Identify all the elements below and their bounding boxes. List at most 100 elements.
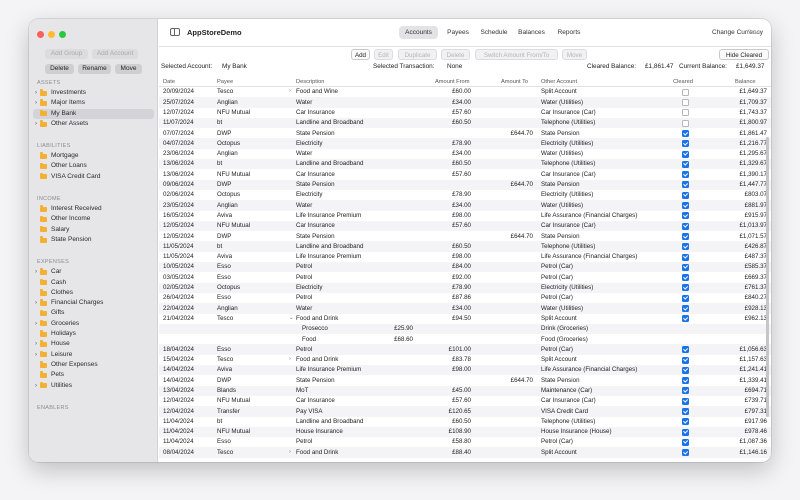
sidebar-item-other-income[interactable]: Other Income xyxy=(29,214,158,224)
cleared-checkbox[interactable] xyxy=(682,232,689,240)
sidebar-item-house[interactable]: › House xyxy=(29,339,158,349)
cleared-checkbox[interactable] xyxy=(682,202,689,210)
table-row[interactable]: 09/06/2024 DWP State Pension £644.70 State P… xyxy=(159,179,771,190)
sidebar-item-other-assets[interactable]: › Other Assets xyxy=(29,119,158,129)
chevron-right-icon[interactable]: › xyxy=(33,98,39,108)
add-group-button[interactable]: Add Group xyxy=(45,49,88,59)
tab-accounts[interactable]: Accounts xyxy=(399,26,438,39)
cleared-checkbox[interactable] xyxy=(682,171,689,179)
sidebar-item-major-items[interactable]: › Major Items xyxy=(29,98,158,108)
cleared-checkbox[interactable] xyxy=(682,438,689,446)
sidebar-item-leisure[interactable]: › Leisure xyxy=(29,350,158,360)
chevron-right-icon[interactable]: › xyxy=(33,319,39,329)
column-header-amount-from[interactable]: Amount From xyxy=(435,79,469,85)
tab-balances[interactable]: Balances xyxy=(514,26,549,39)
table-row[interactable]: 21/04/2024 Tesco Food and Drink £94.50 Split… xyxy=(159,314,771,324)
chevron-right-icon[interactable]: › xyxy=(33,88,39,98)
table-row[interactable]: 23/06/2024 Anglian Water £34.00 Water (Utili… xyxy=(159,149,771,159)
switch-amount-button[interactable]: Switch Amount From/To xyxy=(475,49,558,60)
sidebar-item-investments[interactable]: › Investments xyxy=(29,88,158,98)
cleared-checkbox[interactable] xyxy=(682,346,689,354)
cleared-checkbox[interactable] xyxy=(682,397,689,405)
sidebar-item-groceries[interactable]: › Groceries xyxy=(29,319,158,329)
cleared-checkbox[interactable] xyxy=(682,109,689,117)
sidebar-item-my-bank[interactable]: My Bank xyxy=(33,108,154,119)
cleared-checkbox[interactable] xyxy=(682,181,689,189)
minimize-window-button[interactable] xyxy=(48,31,55,38)
column-header-date[interactable]: Date xyxy=(163,79,175,85)
duplicate-transaction-button[interactable]: Duplicate xyxy=(398,49,437,60)
table-row[interactable]: 12/05/2024 NFU Mutual Car Insurance £57.60 C… xyxy=(159,220,771,232)
table-row[interactable]: 14/04/2024 Aviva Life Insurance Premium £98… xyxy=(159,365,771,376)
close-window-button[interactable] xyxy=(37,31,44,38)
table-row[interactable]: 11/05/2024 Aviva Life Insurance Premium £98… xyxy=(159,252,771,262)
cleared-checkbox[interactable] xyxy=(682,284,689,292)
table-row[interactable]: 12/04/2024 Transfer Pay VISA £120.65 VISA Cr… xyxy=(159,406,771,417)
add-transaction-button[interactable]: Add xyxy=(351,49,370,60)
column-header-balance[interactable]: Balance xyxy=(735,79,756,85)
chevron-right-icon[interactable]: › xyxy=(289,449,291,455)
chevron-right-icon[interactable]: › xyxy=(289,88,291,94)
table-row[interactable]: 15/04/2024 Tesco Food and Drink £83.78 Split… xyxy=(159,355,771,365)
cleared-checkbox[interactable] xyxy=(682,408,689,415)
table-row[interactable]: 22/04/2024 Anglian Water £34.00 Water (Utili… xyxy=(159,303,771,314)
cleared-checkbox[interactable] xyxy=(682,305,689,313)
chevron-right-icon[interactable]: › xyxy=(33,350,39,360)
edit-transaction-button[interactable]: Edit xyxy=(374,49,393,60)
move-account-button[interactable]: Move xyxy=(115,64,142,74)
chevron-right-icon[interactable]: › xyxy=(33,339,39,349)
chevron-right-icon[interactable]: › xyxy=(33,298,39,308)
table-row[interactable]: 13/04/2024 Blands MoT £45.00 Maintenance (Ca… xyxy=(159,385,771,396)
table-row[interactable]: 12/04/2024 NFU Mutual Car Insurance £57.60 C… xyxy=(159,396,771,406)
tab-reports[interactable]: Reports xyxy=(553,26,585,39)
sidebar-item-holidays[interactable]: Holidays xyxy=(29,329,158,339)
chevron-down-icon[interactable]: ⌄ xyxy=(289,315,294,321)
table-row[interactable]: 16/05/2024 Aviva Life Insurance Premium £98… xyxy=(159,211,771,221)
cleared-checkbox[interactable] xyxy=(682,377,689,385)
chevron-right-icon[interactable]: › xyxy=(289,356,291,362)
sidebar-item-gifts[interactable]: Gifts xyxy=(29,308,158,318)
sidebar-item-visa-credit-card[interactable]: VISA Credit Card xyxy=(29,172,158,182)
column-header-cleared[interactable]: Cleared xyxy=(673,79,693,85)
table-row[interactable]: 11/04/2024 bt Landline and Broadband £60.50… xyxy=(159,417,771,427)
table-row[interactable]: 25/07/2024 Anglian Water £34.00 Water (Utili… xyxy=(159,97,771,108)
sidebar-item-car[interactable]: › Car xyxy=(29,267,158,277)
table-row[interactable]: 07/07/2024 DWP State Pension £644.70 State P… xyxy=(159,128,771,138)
table-scrollbar[interactable] xyxy=(766,137,769,417)
sidebar-toggle-icon[interactable] xyxy=(170,28,180,36)
cleared-checkbox[interactable] xyxy=(682,222,689,230)
table-row[interactable]: 13/06/2024 bt Landline and Broadband £60.50… xyxy=(159,159,771,170)
column-header-other-account[interactable]: Other Account xyxy=(541,79,577,85)
column-header-amount-to[interactable]: Amount To xyxy=(501,79,528,85)
cleared-checkbox[interactable] xyxy=(682,160,689,168)
cleared-checkbox[interactable] xyxy=(682,449,689,457)
sidebar-item-financial-charges[interactable]: › Financial Charges xyxy=(29,298,158,308)
table-row[interactable]: 08/04/2024 Tesco Food and Drink £88.40 Split… xyxy=(159,447,771,458)
sidebar-item-cash[interactable]: Cash xyxy=(29,278,158,288)
cleared-checkbox[interactable] xyxy=(682,274,689,282)
table-row[interactable]: 11/05/2024 bt Landline and Broadband £60.50… xyxy=(159,241,771,252)
cleared-checkbox[interactable] xyxy=(682,294,689,302)
table-row[interactable]: 10/05/2024 Esso Petrol £84.00 Petrol (Car) £5… xyxy=(159,262,771,273)
table-row[interactable]: 18/04/2024 Esso Petrol £101.00 Petrol (Car) £… xyxy=(159,344,771,355)
cleared-checkbox[interactable] xyxy=(682,212,689,220)
sidebar-item-mortgage[interactable]: Mortgage xyxy=(29,151,158,161)
chevron-right-icon[interactable]: › xyxy=(33,267,39,277)
table-row[interactable]: 12/07/2024 NFU Mutual Car Insurance £57.60 C… xyxy=(159,108,771,118)
rename-account-button[interactable]: Rename xyxy=(78,64,111,74)
table-row[interactable]: 23/05/2024 Anglian Water £34.00 Water (Utili… xyxy=(159,200,771,211)
hide-cleared-button[interactable]: Hide Cleared xyxy=(719,49,769,60)
table-row[interactable]: 03/05/2024 Esso Petrol £92.00 Petrol (Car) £6… xyxy=(159,272,771,282)
sidebar-item-salary[interactable]: Salary xyxy=(29,225,158,235)
column-header-description[interactable]: Description xyxy=(296,79,324,85)
cleared-checkbox[interactable] xyxy=(682,191,689,199)
delete-transaction-button[interactable]: Delete xyxy=(441,49,470,60)
tab-schedule[interactable]: Schedule xyxy=(477,26,511,39)
table-row[interactable]: 13/06/2024 NFU Mutual Car Insurance £57.60 C… xyxy=(159,169,771,179)
table-row[interactable]: 26/04/2024 Esso Petrol £87.86 Petrol (Car) £8… xyxy=(159,293,771,303)
split-line-row[interactable]: Prosecco £25.90 Drink (Groceries) xyxy=(159,323,771,335)
move-transaction-button[interactable]: Move xyxy=(562,49,587,60)
chevron-right-icon[interactable]: › xyxy=(33,381,39,391)
cleared-checkbox[interactable] xyxy=(682,243,689,251)
cleared-checkbox[interactable] xyxy=(682,315,689,323)
